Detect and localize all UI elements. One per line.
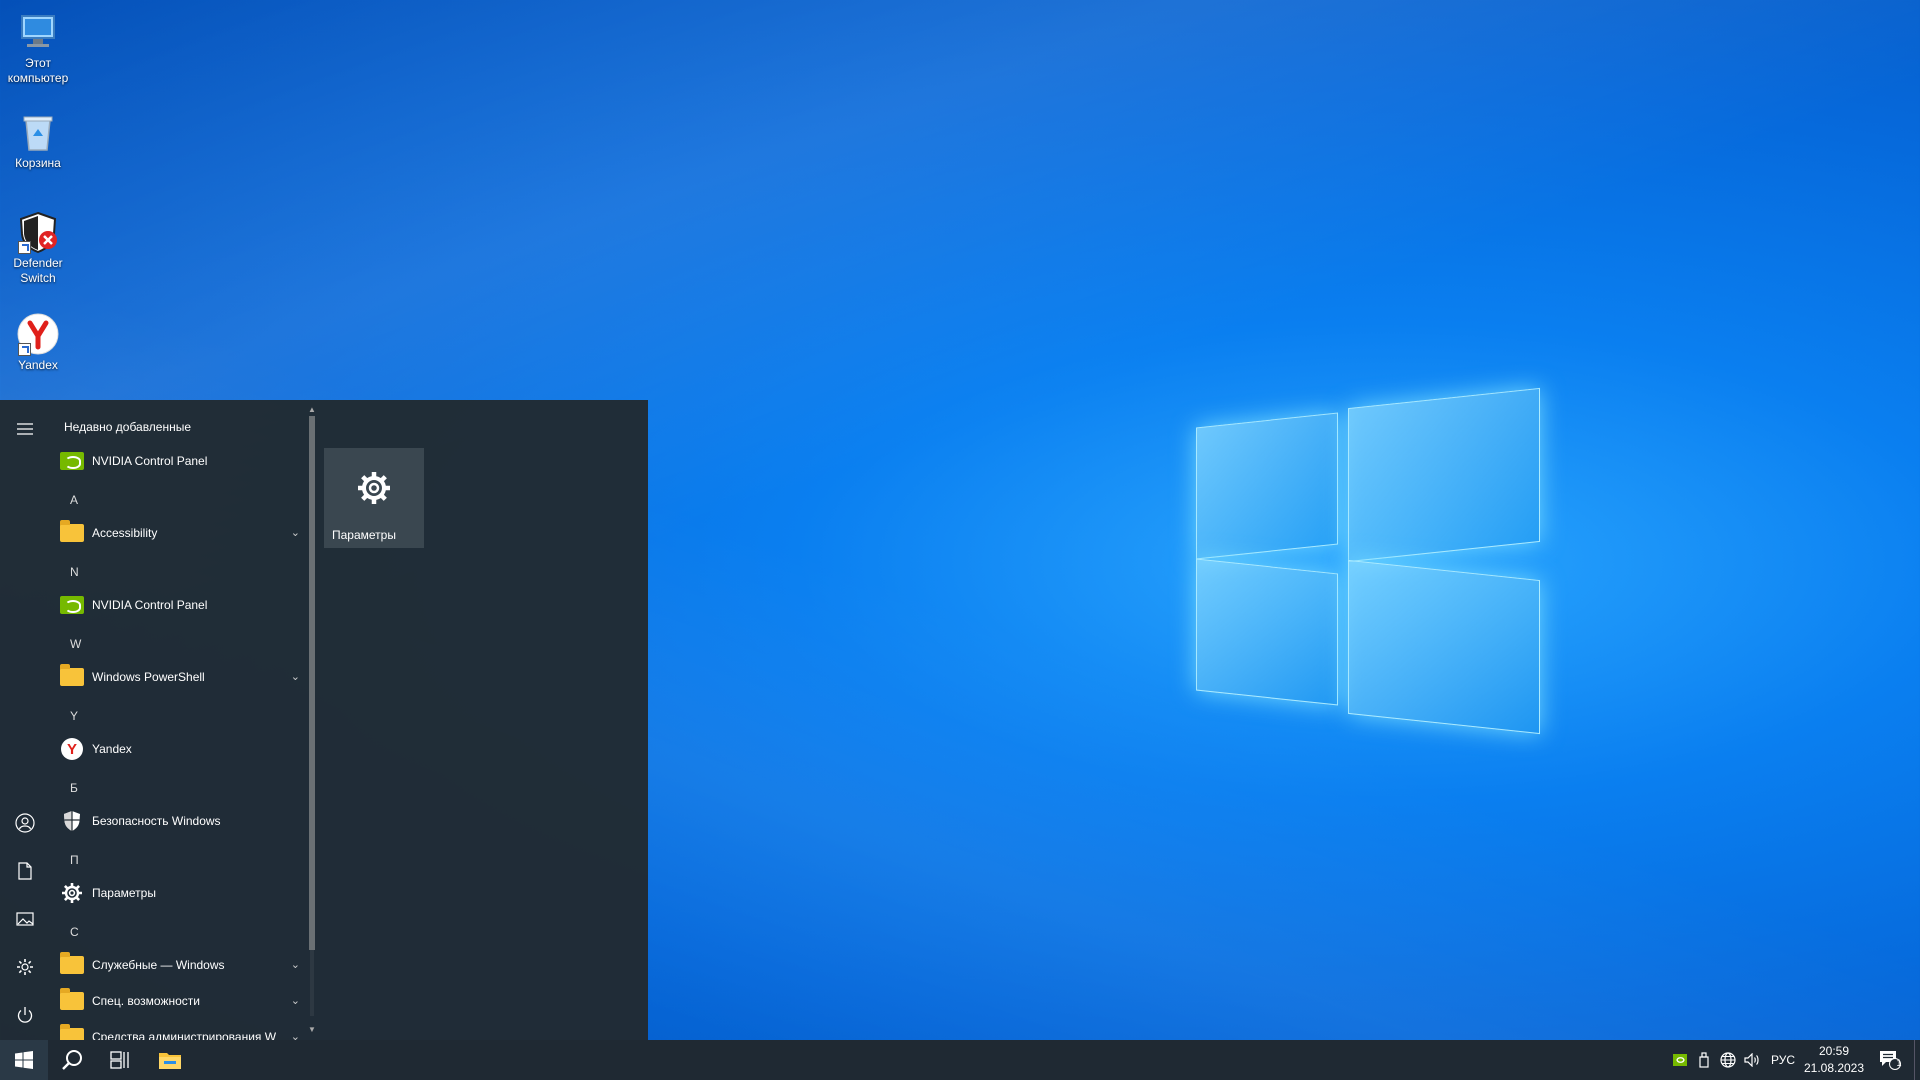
notification-count-badge: 1 (1896, 1058, 1902, 1068)
taskbar: РУС 20:59 21.08.2023 1 (0, 1040, 1920, 1080)
desktop-icon-defender-switch[interactable]: Defender Switch (4, 210, 72, 286)
usb-icon (1699, 1052, 1709, 1068)
folder-icon (60, 952, 84, 974)
show-desktop-button[interactable] (1914, 1040, 1920, 1080)
desktop-icon-recycle-bin[interactable]: Корзина (4, 110, 72, 171)
computer-icon (16, 10, 60, 54)
tile-label: Параметры (332, 528, 396, 542)
clock-date: 21.08.2023 (1803, 1061, 1865, 1075)
chevron-down-icon: ⌄ (290, 995, 300, 1007)
folder-icon (60, 520, 84, 542)
start-button[interactable] (0, 1040, 48, 1080)
folder-icon (60, 664, 84, 686)
tile-settings[interactable]: Параметры (324, 448, 424, 548)
shield-icon (64, 811, 80, 831)
letter-header-a[interactable]: A (70, 493, 78, 507)
file-explorer-icon (159, 1053, 181, 1069)
folder-icon (60, 1024, 84, 1040)
scroll-thumb[interactable] (309, 416, 315, 950)
user-icon[interactable] (12, 810, 38, 836)
file-explorer-button[interactable] (146, 1040, 194, 1080)
gear-icon (62, 883, 82, 903)
chevron-down-icon: ⌄ (290, 527, 300, 539)
chevron-down-icon: ⌄ (290, 1031, 300, 1040)
letter-header-w[interactable]: W (70, 637, 81, 651)
recently-added-header: Недавно добавленные (64, 420, 192, 434)
scroll-down-icon[interactable]: ▼ (307, 1026, 317, 1034)
app-item-settings[interactable]: Параметры (60, 878, 306, 908)
desktop-icon-label: Defender Switch (13, 256, 63, 285)
settings-icon[interactable] (12, 954, 38, 980)
nvidia-tray-button[interactable] (1668, 1040, 1692, 1080)
windows-start-icon (15, 1051, 33, 1069)
nvidia-icon (60, 596, 84, 614)
app-item-windows-tools[interactable]: Служебные — Windows ⌄ (60, 950, 306, 980)
letter-header-n[interactable]: N (70, 565, 79, 579)
desktop-icon-yandex[interactable]: Yandex (4, 312, 72, 373)
shortcut-arrow-icon (18, 343, 31, 356)
letter-header-p[interactable]: П (70, 853, 79, 867)
chevron-down-icon: ⌄ (290, 959, 300, 971)
clock-time: 20:59 (1818, 1044, 1850, 1058)
search-button[interactable] (48, 1040, 96, 1080)
usb-tray-button[interactable] (1692, 1040, 1716, 1080)
desktop-icon-label: Yandex (18, 358, 58, 372)
letter-header-y[interactable]: Y (70, 709, 78, 723)
recycle-bin-icon (16, 110, 60, 154)
language-indicator[interactable]: РУС (1766, 1040, 1800, 1080)
chevron-down-icon: ⌄ (290, 671, 300, 683)
desktop-icon-label: Корзина (15, 156, 61, 170)
app-item-admin-tools[interactable]: Средства администрирования W ⌄ (60, 1022, 306, 1040)
app-item-nvidia-control-panel[interactable]: NVIDIA Control Panel (60, 446, 306, 476)
app-list: Недавно добавленные NVIDIA Control Panel… (50, 400, 308, 1040)
volume-icon (1744, 1053, 1759, 1067)
pictures-icon[interactable] (12, 906, 38, 932)
nvidia-tray-icon (1673, 1054, 1687, 1066)
yandex-icon (16, 312, 60, 356)
app-item-windows-powershell[interactable]: Windows PowerShell ⌄ (60, 662, 306, 692)
defender-shield-icon (16, 210, 60, 254)
nvidia-icon (60, 452, 84, 470)
app-list-scrollbar[interactable]: ▲ ▼ (307, 406, 317, 1034)
volume-tray-button[interactable] (1740, 1040, 1764, 1080)
scroll-up-icon[interactable]: ▲ (307, 406, 317, 414)
desktop-icon-this-pc[interactable]: Этот компьютер (4, 10, 72, 86)
search-icon (62, 1050, 82, 1070)
action-center-button[interactable]: 1 (1870, 1040, 1910, 1080)
hamburger-icon[interactable] (12, 416, 38, 442)
gear-icon (358, 472, 390, 504)
start-rail (0, 400, 50, 1040)
network-tray-button[interactable] (1716, 1040, 1740, 1080)
letter-header-b[interactable]: Б (70, 781, 78, 795)
shortcut-arrow-icon (18, 241, 31, 254)
app-item-windows-security[interactable]: Безопасность Windows (60, 806, 306, 836)
network-globe-icon (1720, 1052, 1736, 1068)
start-menu: Недавно добавленные NVIDIA Control Panel… (0, 400, 648, 1040)
letter-header-s[interactable]: С (70, 925, 79, 939)
taskbar-clock[interactable]: 20:59 21.08.2023 (1800, 1043, 1868, 1077)
desktop-icon-label: Этот компьютер (7, 56, 69, 85)
document-icon[interactable] (12, 858, 38, 884)
folder-icon (60, 988, 84, 1010)
task-view-button[interactable] (96, 1040, 144, 1080)
windows-logo-wallpaper (1190, 380, 1550, 740)
task-view-icon (110, 1051, 129, 1069)
app-item-nvidia-control-panel-2[interactable]: NVIDIA Control Panel (60, 590, 306, 620)
yandex-icon: Y (61, 738, 83, 760)
power-icon[interactable] (12, 1002, 38, 1028)
app-item-ease-of-access[interactable]: Спец. возможности ⌄ (60, 986, 306, 1016)
app-item-yandex[interactable]: Y Yandex (60, 734, 306, 764)
app-item-accessibility[interactable]: Accessibility ⌄ (60, 518, 306, 548)
